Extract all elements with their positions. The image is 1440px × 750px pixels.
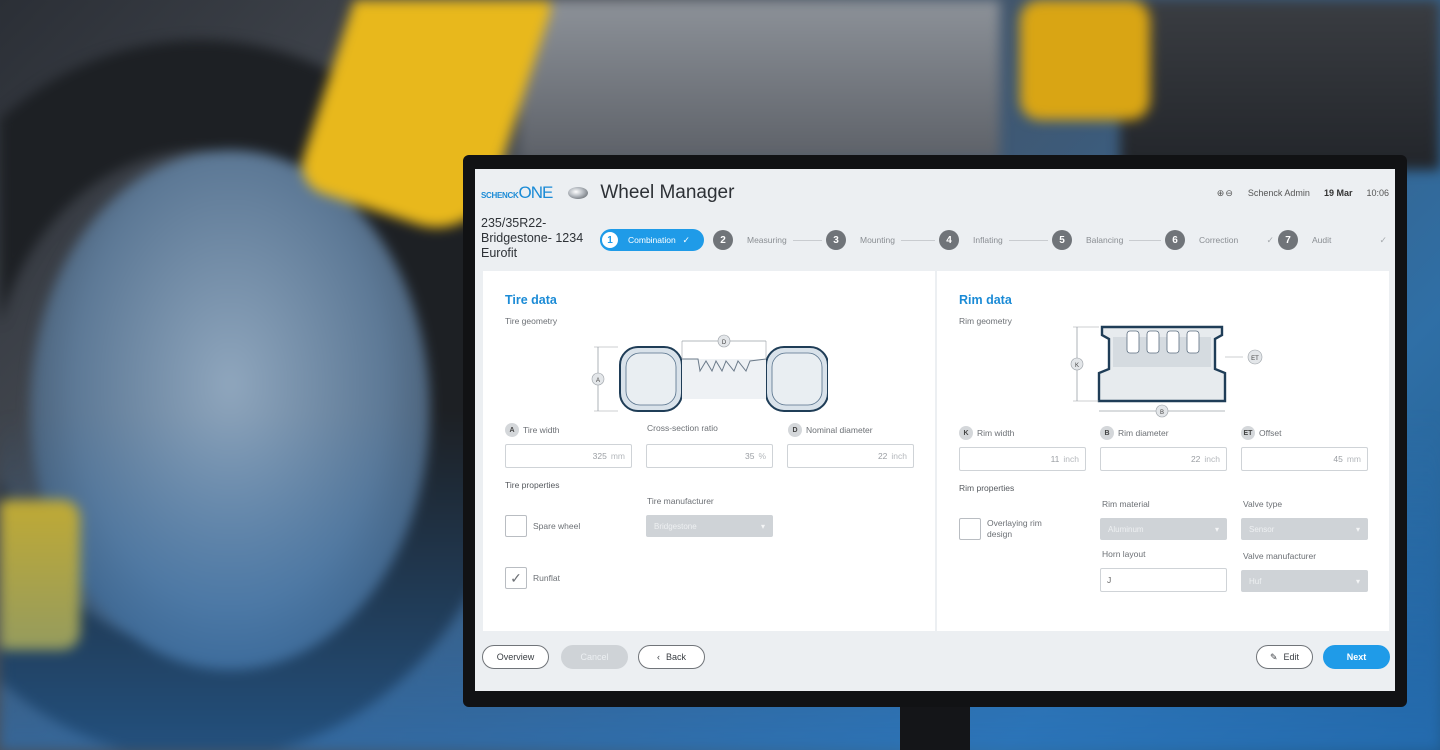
- runflat-checkbox[interactable]: ✓: [505, 567, 527, 589]
- monitor: SCHENCK ONE Wheel Manager ⊕⊖ Schenck Admi…: [463, 155, 1407, 707]
- chevron-down-icon: ▾: [1355, 524, 1360, 534]
- svg-text:D: D: [722, 340, 727, 346]
- rim-material-select[interactable]: Aluminum ▾: [1100, 518, 1227, 540]
- rim-geometry-diagram: K B ET: [1070, 325, 1263, 418]
- offset-label: ET Offset: [1241, 426, 1282, 440]
- brand-logo: SCHENCK ONE: [481, 183, 553, 202]
- pencil-icon: ✎: [1269, 651, 1278, 662]
- svg-text:B: B: [1160, 410, 1164, 416]
- time: 10:06: [1366, 188, 1389, 198]
- rim-diameter-label: B Rim diameter: [1100, 426, 1169, 440]
- rim-data-title: Rim data: [959, 293, 1012, 307]
- offset-input[interactable]: 45 mm: [1241, 447, 1368, 471]
- app-screen: SCHENCK ONE Wheel Manager ⊕⊖ Schenck Admi…: [475, 169, 1395, 691]
- user-name[interactable]: Schenck Admin: [1248, 188, 1310, 198]
- valve-manufacturer-label: Valve manufacturer: [1243, 551, 1317, 561]
- chevron-left-icon: ‹: [656, 652, 660, 662]
- nominal-diameter-input[interactable]: 22 inch: [787, 444, 914, 468]
- chevron-down-icon: ▾: [760, 521, 765, 531]
- runflat-label: Runflat: [533, 573, 560, 583]
- rim-data-panel: Rim data Rim geometry K B ET K Rim width…: [937, 271, 1389, 631]
- tire-properties-label: Tire properties: [505, 480, 560, 490]
- monitor-stand: [900, 704, 970, 750]
- cross-section-ratio-label: Cross-section ratio: [647, 423, 718, 433]
- edit-button[interactable]: ✎ Edit: [1256, 645, 1313, 669]
- valve-manufacturer-select[interactable]: Huf ▾: [1241, 570, 1368, 592]
- date: 19 Mar: [1323, 188, 1353, 198]
- tire-width-badge: A: [505, 423, 519, 437]
- valve-type-label: Valve type: [1243, 499, 1283, 509]
- offset-badge: ET: [1241, 426, 1255, 440]
- tire-data-title: Tire data: [505, 293, 557, 307]
- app-title: Wheel Manager: [600, 182, 735, 203]
- tire-geometry-label: Tire geometry: [505, 316, 558, 326]
- overlaying-rim-checkbox[interactable]: [959, 518, 981, 540]
- overview-button[interactable]: Overview: [482, 645, 549, 669]
- check-icon: ✓: [510, 569, 522, 586]
- chevron-down-icon: ▾: [1355, 576, 1360, 586]
- wheel-icon: [568, 187, 589, 199]
- step-audit[interactable]: 7 Audit ✓: [1278, 229, 1391, 251]
- step-correction[interactable]: 6 Correction ✓: [1165, 229, 1278, 251]
- next-button[interactable]: Next: [1323, 645, 1390, 669]
- step-mounting[interactable]: 3 Mounting: [826, 229, 939, 251]
- cross-section-ratio-input[interactable]: 35%: [646, 444, 773, 468]
- app-header: SCHENCK ONE Wheel Manager ⊕⊖ Schenck Admi…: [475, 169, 1395, 217]
- svg-text:A: A: [596, 378, 600, 384]
- valve-type-select[interactable]: Sensor ▾: [1241, 518, 1368, 540]
- rim-geometry-label: Rim geometry: [959, 316, 1012, 326]
- chevron-down-icon: ▾: [1214, 524, 1219, 534]
- spare-wheel-label: Spare wheel: [533, 521, 581, 531]
- status-icons[interactable]: ⊕⊖: [1217, 188, 1234, 199]
- rim-material-label: Rim material: [1102, 499, 1150, 509]
- cancel-button[interactable]: Cancel: [561, 645, 628, 669]
- process-stepper: 1 Combination ✓ 2 Measuring 3 Mounting 4 Infl…: [600, 228, 1387, 252]
- tire-width-label: A Tire width: [505, 423, 560, 437]
- step-balancing[interactable]: 5 Balancing: [1052, 229, 1165, 251]
- footer-bar: Overview Cancel ‹ Back ✎ Edit Next: [475, 645, 1395, 681]
- back-button[interactable]: ‹ Back: [638, 645, 705, 669]
- rim-properties-label: Rim properties: [959, 483, 1015, 493]
- order-title: 235/35R22- Bridgestone- 1234 Eurofit: [481, 216, 584, 260]
- nominal-diameter-badge: D: [788, 423, 802, 437]
- tire-manufacturer-label: Tire manufacturer: [647, 496, 714, 506]
- tire-data-panel: Tire data Tire geometry A D A Tire width…: [483, 271, 935, 631]
- tire-geometry-diagram: A D: [591, 334, 828, 412]
- nominal-diameter-label: D Nominal diameter: [788, 423, 873, 437]
- svg-text:ET: ET: [1251, 356, 1259, 362]
- step-measuring[interactable]: 2 Measuring: [713, 229, 826, 251]
- rim-width-input[interactable]: 11 inch: [959, 447, 1086, 471]
- rim-width-badge: K: [959, 426, 973, 440]
- spare-wheel-checkbox[interactable]: [505, 515, 527, 537]
- overlaying-rim-label: Overlaying rim design: [987, 518, 1042, 539]
- tire-width-input[interactable]: 325 mm: [505, 444, 632, 468]
- step-combination[interactable]: 1 Combination ✓: [600, 229, 704, 251]
- tire-manufacturer-select[interactable]: Bridgestone ▾: [646, 515, 773, 537]
- svg-text:K: K: [1075, 363, 1079, 369]
- rim-width-label: K Rim width: [959, 426, 1014, 440]
- horn-layout-input[interactable]: J: [1100, 568, 1227, 592]
- step-inflating[interactable]: 4 Inflating: [939, 229, 1052, 251]
- rim-diameter-input[interactable]: 22 inch: [1100, 447, 1227, 471]
- horn-layout-label: Horn layout: [1102, 549, 1146, 559]
- rim-diameter-badge: B: [1100, 426, 1114, 440]
